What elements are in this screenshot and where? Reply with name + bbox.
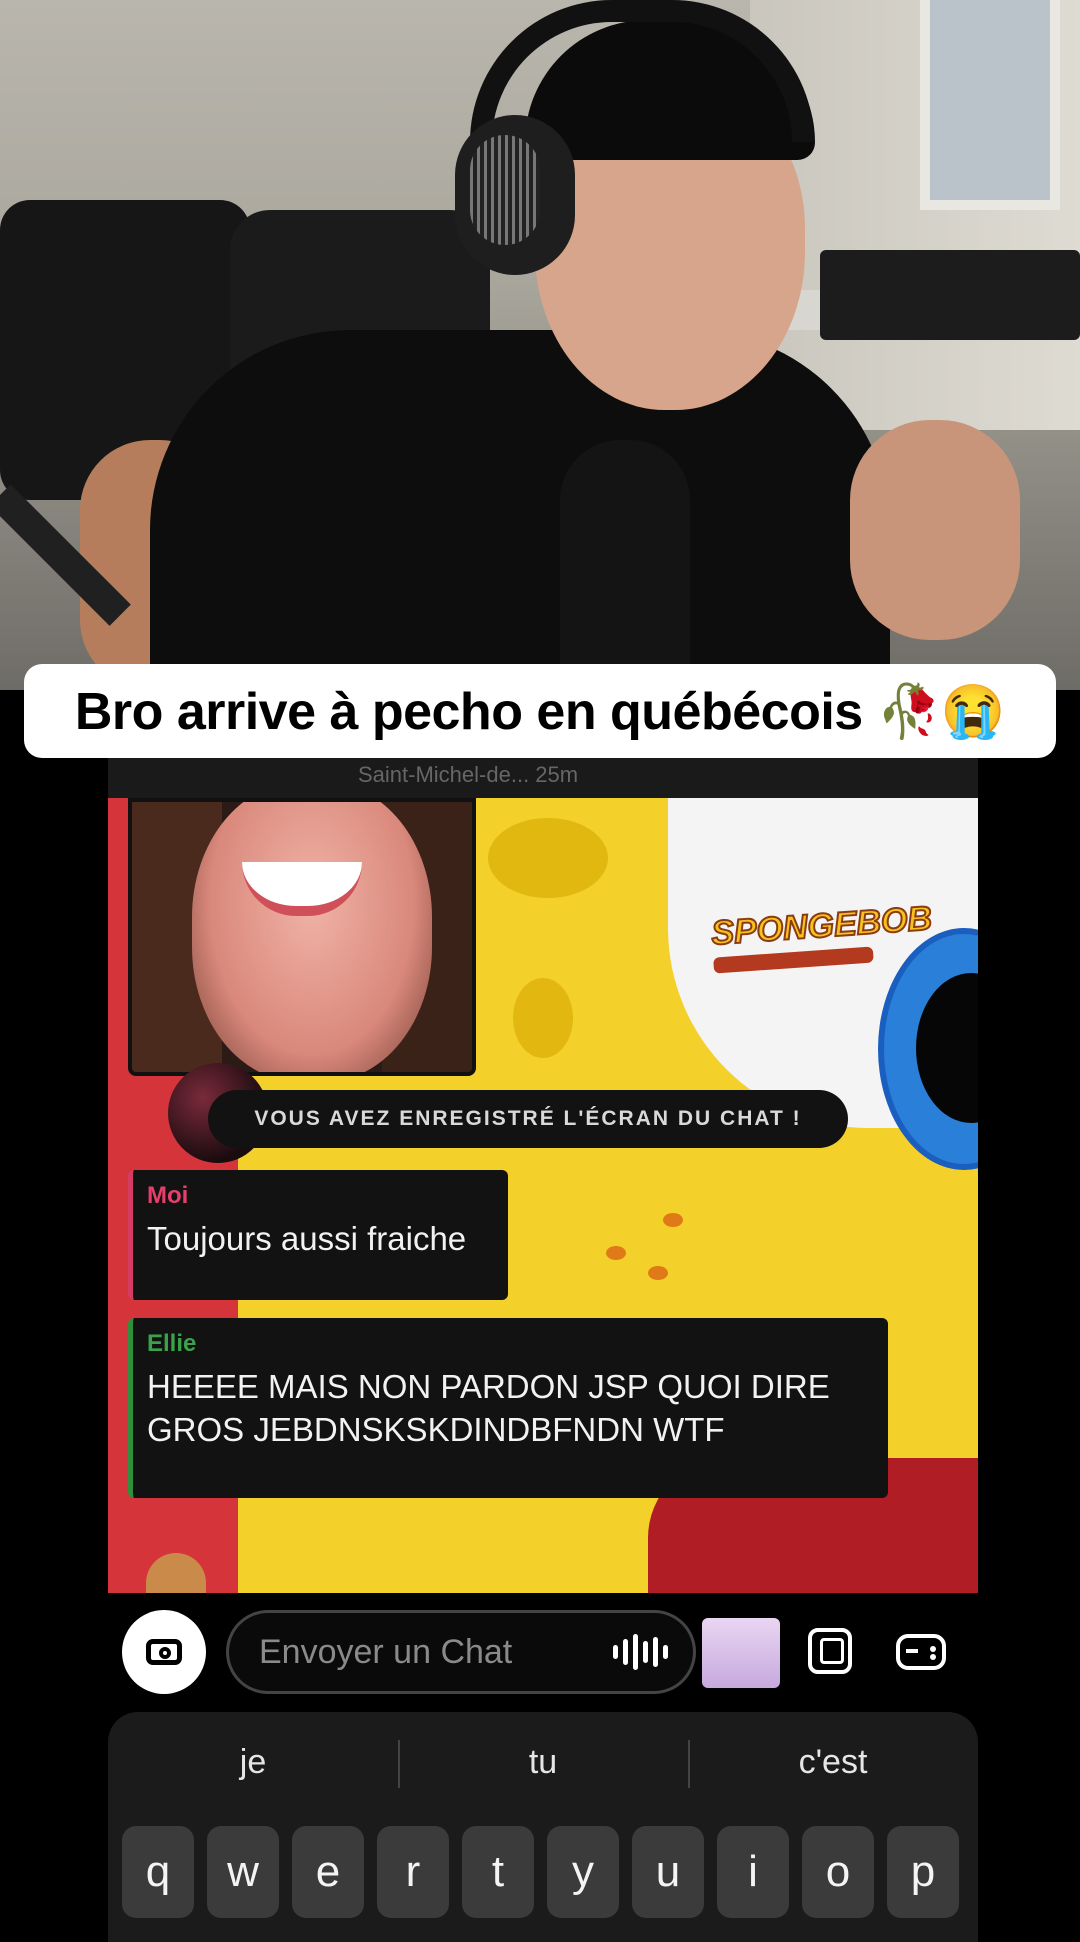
camera-icon <box>146 1639 182 1665</box>
background-art <box>648 1266 668 1280</box>
suggestion-item[interactable]: tu <box>398 1712 688 1812</box>
screen-record-notice: VOUS AVEZ ENREGISTRÉ L'ÉCRAN DU CHAT ! <box>208 1090 848 1148</box>
video-call-tile[interactable] <box>128 798 476 1076</box>
desk-device <box>820 250 1080 340</box>
voice-icon[interactable] <box>613 1634 668 1670</box>
suggestion-item[interactable]: c'est <box>688 1712 978 1812</box>
game-controller-icon[interactable] <box>896 1634 946 1670</box>
background-art <box>606 1246 626 1260</box>
window <box>920 0 1060 210</box>
key[interactable]: p <box>887 1826 959 1918</box>
webcam-video <box>0 0 1080 690</box>
chat-input-bar: Envoyer un Chat <box>108 1600 978 1700</box>
headphone-grill <box>470 135 540 245</box>
face <box>192 802 432 1072</box>
bitmoji-icon[interactable] <box>702 1618 780 1688</box>
background-art <box>663 1213 683 1227</box>
streamer-right-hand <box>850 420 1020 640</box>
background-art <box>488 818 608 898</box>
key[interactable]: r <box>377 1826 449 1918</box>
key[interactable]: t <box>462 1826 534 1918</box>
keyboard-row: q w e r t y u i o p <box>122 1826 959 1918</box>
key[interactable]: y <box>547 1826 619 1918</box>
message-text: HEEEE MAIS NON PARDON JSP QUOI DIRE GROS… <box>147 1368 830 1448</box>
video-caption: Bro arrive à pecho en québécois 🥀😭 <box>24 664 1056 758</box>
spongebob-logo: SPONGEBOB <box>709 898 934 1004</box>
suggestion-item[interactable]: je <box>108 1712 398 1812</box>
chat-message[interactable]: Moi Toujours aussi fraiche <box>128 1170 508 1300</box>
sticker-icon[interactable] <box>808 1628 852 1674</box>
camera-button[interactable] <box>122 1610 206 1694</box>
key[interactable]: u <box>632 1826 704 1918</box>
message-sender: Ellie <box>147 1330 197 1357</box>
suggestion-bar: je tu c'est <box>108 1712 978 1812</box>
streamer-body <box>150 330 890 690</box>
keyboard: je tu c'est q w e r t y u i o p <box>108 1712 978 1942</box>
key[interactable]: o <box>802 1826 874 1918</box>
chat-message[interactable]: Ellie HEEEE MAIS NON PARDON JSP QUOI DIR… <box>128 1318 888 1498</box>
background-art <box>513 978 573 1058</box>
caption-text: Bro arrive à pecho en québécois 🥀😭 <box>74 682 1006 741</box>
key[interactable]: e <box>292 1826 364 1918</box>
key[interactable]: i <box>717 1826 789 1918</box>
message-text: Toujours aussi fraiche <box>147 1220 467 1257</box>
microphone <box>560 440 690 690</box>
key[interactable]: q <box>122 1826 194 1918</box>
key[interactable]: w <box>207 1826 279 1918</box>
chat-header: Saint-Michel-de... 25m <box>108 758 978 798</box>
message-sender: Moi <box>147 1182 189 1209</box>
chat-screen: Saint-Michel-de... 25m SPONGEBOB VOUS AV… <box>108 758 978 1593</box>
